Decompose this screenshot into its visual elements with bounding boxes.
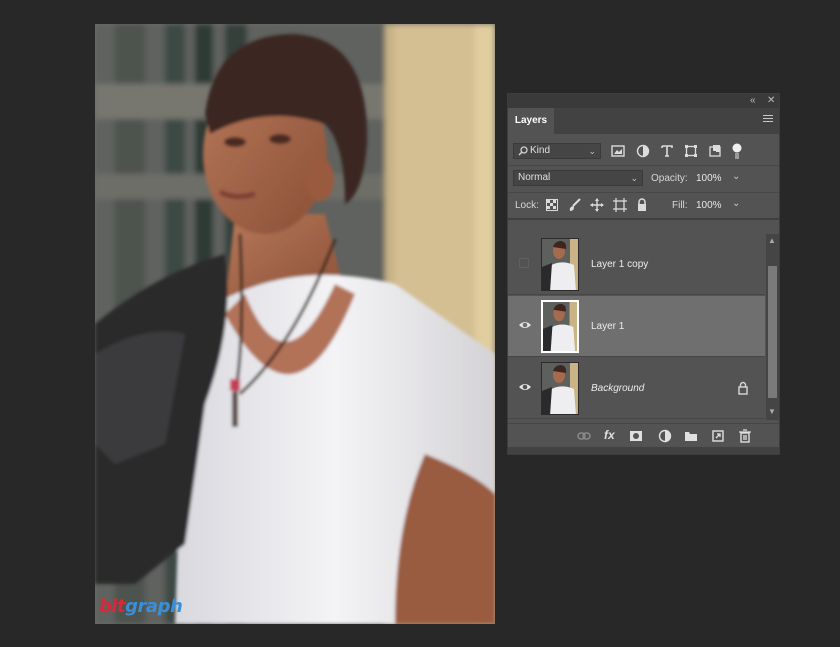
- panel-menu-icon[interactable]: [763, 115, 773, 125]
- add-mask-icon[interactable]: [629, 429, 643, 443]
- kind-filter-dropdown[interactable]: Kind ⌄: [513, 143, 601, 159]
- layer-thumbnail: [541, 362, 579, 415]
- shape-filter-icon[interactable]: [684, 144, 698, 158]
- watermark-part-1: bit: [99, 596, 126, 617]
- lock-label: Lock:: [515, 200, 539, 211]
- watermark-logo: bitgraph: [99, 596, 183, 617]
- type-filter-icon[interactable]: [660, 144, 674, 158]
- panel-tab-bar: Layers: [508, 108, 779, 134]
- layers-scrollbar[interactable]: ▲ ▼: [766, 234, 779, 420]
- link-layers-icon[interactable]: [577, 429, 591, 443]
- photo-illustration: [95, 24, 495, 624]
- layer-name[interactable]: Layer 1: [591, 321, 624, 332]
- adjustment-filter-icon[interactable]: [636, 144, 650, 158]
- lock-image-pixels-icon[interactable]: [568, 198, 582, 212]
- blend-mode-value: Normal: [518, 172, 551, 183]
- fill-chevron-icon[interactable]: ⌄: [732, 198, 740, 209]
- blend-mode-dropdown[interactable]: Normal ⌄: [513, 170, 643, 186]
- panel-title-strip: « ✕: [508, 94, 779, 108]
- chevron-down-icon: ⌄: [588, 146, 596, 156]
- lock-transparent-pixels-icon[interactable]: [546, 199, 558, 211]
- scrollbar-thumb[interactable]: [768, 266, 777, 398]
- fill-value[interactable]: 100%: [696, 200, 722, 211]
- lock-icon: [738, 381, 748, 395]
- opacity-chevron-icon[interactable]: ⌄: [732, 171, 740, 182]
- visibility-toggle-off[interactable]: [519, 258, 529, 268]
- new-group-icon[interactable]: [684, 429, 698, 443]
- tab-layers[interactable]: Layers: [508, 108, 554, 134]
- opacity-label: Opacity:: [651, 173, 688, 184]
- scroll-down-icon[interactable]: ▼: [768, 408, 776, 416]
- opacity-value[interactable]: 100%: [696, 173, 722, 184]
- layer-row-layer-1[interactable]: Layer 1: [508, 296, 765, 357]
- fx-icon[interactable]: fx: [604, 428, 622, 442]
- smart-object-filter-icon[interactable]: [708, 144, 722, 158]
- new-layer-icon[interactable]: [711, 429, 725, 443]
- layer-row-background[interactable]: Background: [508, 358, 765, 419]
- layer-row-layer-1-copy[interactable]: Layer 1 copy: [508, 234, 765, 295]
- watermark-part-2: graph: [125, 596, 183, 617]
- kind-filter-value: Kind: [530, 145, 551, 156]
- layer-name[interactable]: Background: [591, 383, 644, 394]
- panel-resize-grip[interactable]: [508, 447, 779, 454]
- separator: [508, 218, 779, 220]
- collapse-panel-icon[interactable]: «: [750, 95, 756, 107]
- fill-label: Fill:: [672, 200, 688, 211]
- eye-icon[interactable]: [518, 318, 532, 332]
- image-filter-icon[interactable]: [611, 144, 625, 158]
- layer-thumbnail: [541, 300, 579, 353]
- close-panel-icon[interactable]: ✕: [767, 95, 775, 107]
- lock-artboard-icon[interactable]: [613, 198, 627, 212]
- layer-name[interactable]: Layer 1 copy: [591, 259, 648, 270]
- search-icon: [518, 146, 528, 156]
- chevron-down-icon: ⌄: [630, 173, 638, 183]
- delete-layer-icon[interactable]: [738, 429, 752, 443]
- layers-bottom-toolbar: fx: [508, 423, 779, 447]
- layer-thumbnail: [541, 238, 579, 291]
- adjustment-layer-icon[interactable]: [658, 429, 672, 443]
- layers-panel: « ✕ Layers Kind ⌄ Normal ⌄ Opacity: 100%…: [507, 93, 780, 455]
- lock-all-icon[interactable]: [635, 198, 649, 212]
- lock-position-icon[interactable]: [590, 198, 604, 212]
- scroll-up-icon[interactable]: ▲: [768, 237, 776, 245]
- eye-icon[interactable]: [518, 380, 532, 394]
- canvas-photo: [95, 24, 495, 624]
- filter-toggle-icon[interactable]: [731, 142, 743, 160]
- separator: [508, 165, 779, 166]
- separator: [508, 192, 779, 193]
